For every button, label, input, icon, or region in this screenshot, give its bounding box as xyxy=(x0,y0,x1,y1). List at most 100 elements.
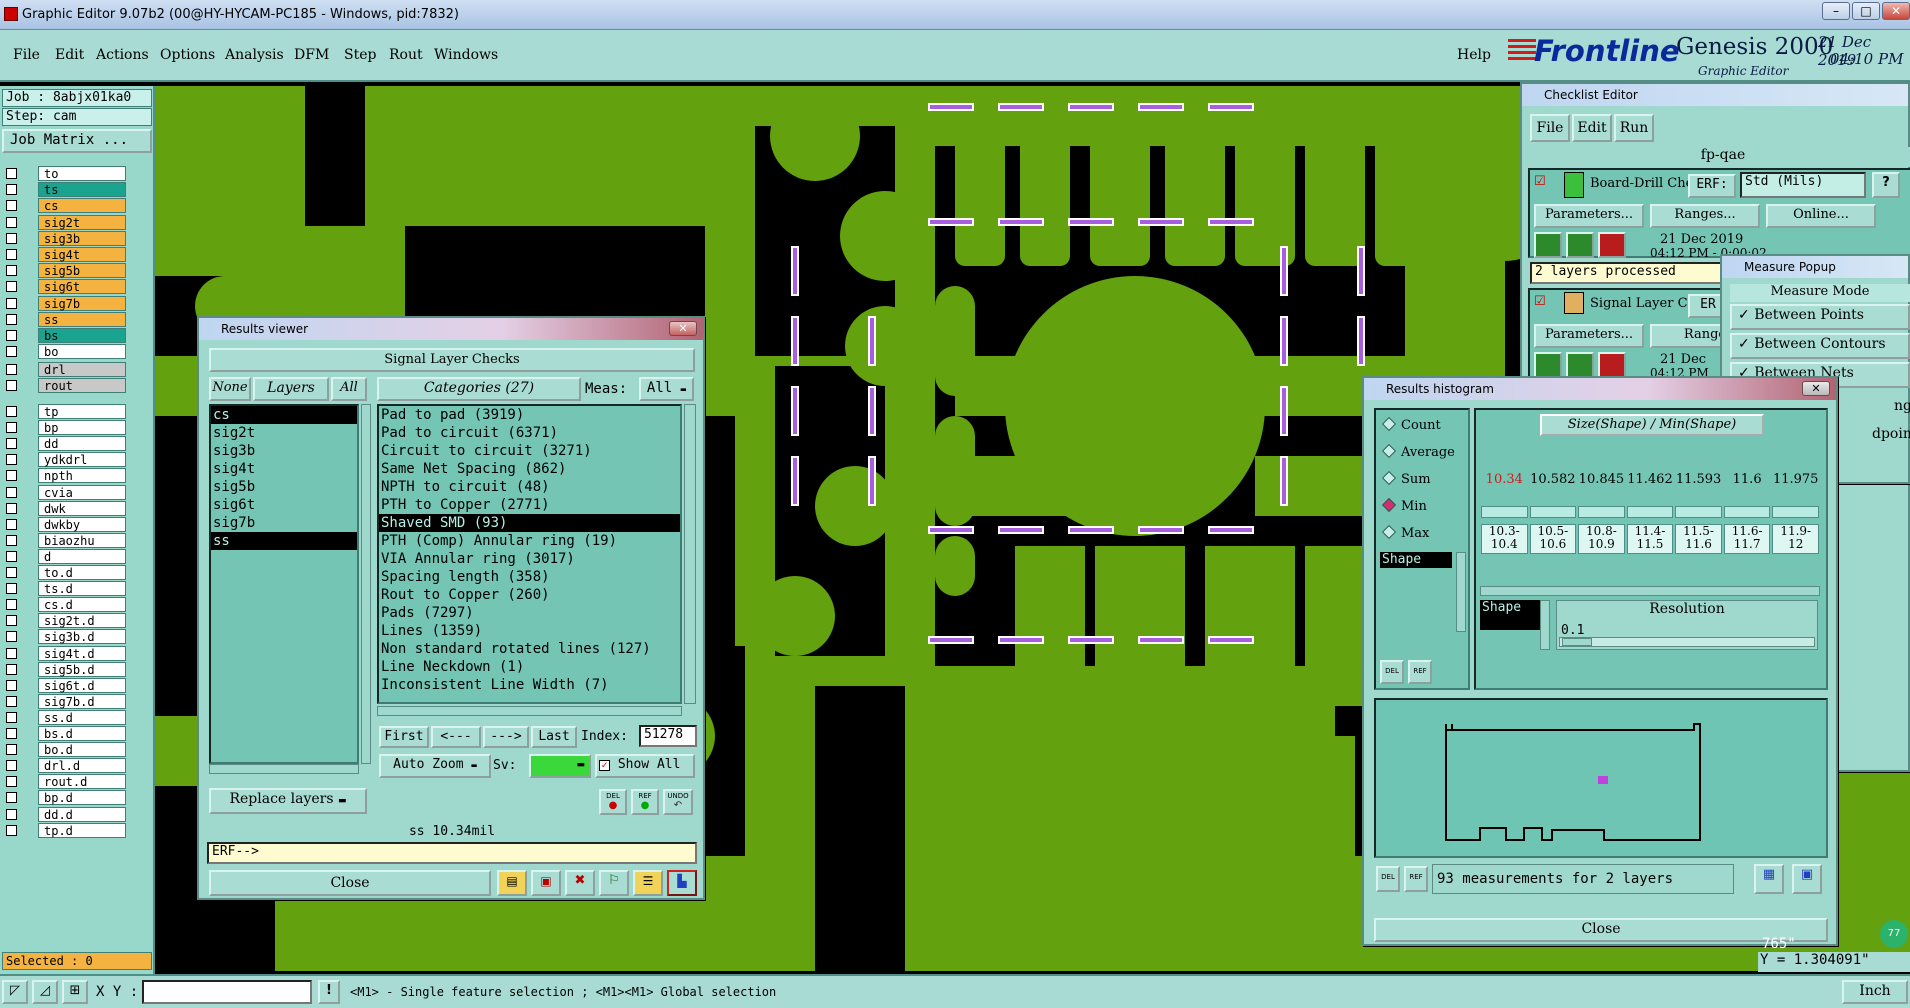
layer-row[interactable]: ydkdrl xyxy=(6,452,126,468)
category-item[interactable]: NPTH to circuit (48) xyxy=(379,478,680,496)
sv-color-dropdown[interactable]: ▬ xyxy=(529,754,591,778)
display-icon-button[interactable]: ▣ xyxy=(531,870,561,896)
layer-row[interactable]: cvia xyxy=(6,484,126,500)
layer-row[interactable]: bo xyxy=(6,344,126,360)
layer-row[interactable]: to.d xyxy=(6,565,126,580)
layer-row[interactable]: rout.d xyxy=(6,774,126,790)
histogram-bar[interactable] xyxy=(1772,506,1819,518)
layer-row[interactable]: npth xyxy=(6,468,126,484)
undo-button[interactable]: UNDO ↶ xyxy=(663,789,693,815)
run-all-icon[interactable] xyxy=(1566,232,1594,258)
layer-name[interactable]: sig3b xyxy=(38,230,126,246)
layer-name[interactable]: bs xyxy=(38,328,126,343)
layer-row[interactable]: dwk xyxy=(6,500,126,516)
layer-checkbox[interactable] xyxy=(6,808,17,820)
layer-checkbox[interactable] xyxy=(6,200,17,212)
category-item[interactable]: Spacing length (358) xyxy=(379,568,680,586)
layer-row[interactable]: bs xyxy=(6,328,126,343)
layer-checkbox[interactable] xyxy=(6,679,17,691)
layer-row[interactable]: cs xyxy=(6,198,126,214)
layer-list-scrollbar[interactable] xyxy=(361,404,371,764)
layer-list-hscrollbar[interactable] xyxy=(209,764,359,774)
layer-checkbox[interactable] xyxy=(6,265,17,277)
check2-name[interactable]: Signal Layer Ch xyxy=(1590,296,1696,311)
stop-icon[interactable] xyxy=(1598,352,1626,378)
layer-row[interactable]: sig2t xyxy=(6,214,126,230)
first-button[interactable]: First xyxy=(379,726,429,748)
layer-row[interactable]: tp xyxy=(6,404,126,419)
layer-checkbox[interactable] xyxy=(6,364,17,375)
run-all-icon[interactable] xyxy=(1566,352,1594,378)
histogram-bar[interactable] xyxy=(1723,506,1771,518)
layer-checkbox[interactable] xyxy=(6,454,17,466)
radio-sum[interactable]: Sum xyxy=(1381,470,1431,487)
ranges-button[interactable]: Ranges... xyxy=(1650,204,1760,228)
layer-row[interactable]: sig7b xyxy=(6,295,126,311)
grid-tool-button[interactable]: ⊞ xyxy=(62,980,88,1004)
menu-analysis[interactable]: Analysis xyxy=(225,47,284,63)
layer-checkbox[interactable] xyxy=(6,599,17,611)
auto-zoom-dropdown[interactable]: Auto Zoom ▬ xyxy=(379,754,491,778)
smd-highlight[interactable] xyxy=(1357,316,1365,366)
layer-row[interactable]: tp.d xyxy=(6,822,126,838)
layer-checkbox[interactable] xyxy=(6,663,17,675)
minimize-button[interactable]: – xyxy=(1822,2,1850,20)
layer-name[interactable]: ss.d xyxy=(38,709,126,725)
layer-name[interactable]: sig5b xyxy=(38,263,126,279)
layer-name[interactable]: cs xyxy=(38,198,126,214)
slider-handle[interactable] xyxy=(1562,638,1592,646)
close-icon[interactable]: ✕ xyxy=(669,321,697,336)
close-icon[interactable]: ✕ xyxy=(1802,381,1830,396)
category-item[interactable]: Pad to circuit (6371) xyxy=(379,424,680,442)
layer-checkbox[interactable] xyxy=(6,232,17,244)
smd-highlight[interactable] xyxy=(928,218,974,226)
layer-results-list[interactable]: cs sig2t sig3b sig4t sig5b sig6t sig7b ss xyxy=(209,404,359,764)
show-all-toggle[interactable]: ✓ Show All xyxy=(595,754,695,778)
layer-row[interactable]: sig2t.d xyxy=(6,613,126,629)
smd-highlight[interactable] xyxy=(1208,218,1254,226)
smd-highlight[interactable] xyxy=(791,316,799,366)
layer-name[interactable]: sig2t.d xyxy=(38,613,126,629)
menu-step[interactable]: Step xyxy=(344,47,376,63)
layer-name[interactable]: rout xyxy=(38,378,126,393)
layer-checkbox[interactable] xyxy=(6,824,17,836)
layer-checkbox[interactable] xyxy=(6,313,17,325)
histogram-bar[interactable] xyxy=(1626,506,1674,518)
layer-row[interactable]: sig3b xyxy=(6,230,126,246)
category-item[interactable]: Line Neckdown (1) xyxy=(379,658,680,676)
layer-name[interactable]: dd xyxy=(38,436,126,452)
smd-highlight[interactable] xyxy=(1208,103,1254,111)
checklist-menu-file[interactable]: File xyxy=(1530,114,1570,142)
radio-average[interactable]: Average xyxy=(1381,443,1455,460)
layer-name[interactable]: sig6t.d xyxy=(38,677,126,693)
layer-checkbox[interactable] xyxy=(6,760,17,772)
layer-name[interactable]: drl.d xyxy=(38,758,126,774)
layer-name[interactable]: cvia xyxy=(38,484,126,500)
layer-result-item[interactable]: sig6t xyxy=(211,496,357,514)
smd-highlight[interactable] xyxy=(868,316,876,366)
layer-checkbox[interactable] xyxy=(6,486,17,498)
clear-icon-button[interactable]: ✖ xyxy=(565,870,595,896)
layer-checkbox[interactable] xyxy=(6,631,17,643)
layer-checkbox[interactable] xyxy=(6,550,17,562)
preview-del-button[interactable]: DEL xyxy=(1376,866,1400,892)
layer-checkbox[interactable] xyxy=(6,567,17,578)
layer-result-item[interactable]: sig5b xyxy=(211,478,357,496)
category-item[interactable]: Pad to pad (3919) xyxy=(379,406,680,424)
close-viewer-button[interactable]: Close xyxy=(209,870,491,896)
smd-highlight[interactable] xyxy=(1280,246,1288,296)
layer-name[interactable]: ts xyxy=(38,182,126,198)
histogram-list-item[interactable]: Shape xyxy=(1380,552,1452,568)
close-button[interactable]: ✕ xyxy=(1882,2,1910,20)
layer-checkbox[interactable] xyxy=(6,695,17,707)
layer-result-item[interactable]: sig2t xyxy=(211,424,357,442)
smd-highlight[interactable] xyxy=(868,386,876,436)
layer-row[interactable]: rout xyxy=(6,378,126,393)
histogram-bar[interactable] xyxy=(1481,506,1528,518)
histogram-icon-button[interactable]: ▙ xyxy=(667,870,697,896)
smd-highlight[interactable] xyxy=(998,103,1044,111)
layer-row[interactable]: dd.d xyxy=(6,806,126,822)
layer-name[interactable]: sig7b.d xyxy=(38,693,126,709)
layer-name[interactable]: cs.d xyxy=(38,597,126,613)
layer-result-item[interactable]: ss xyxy=(211,532,357,550)
